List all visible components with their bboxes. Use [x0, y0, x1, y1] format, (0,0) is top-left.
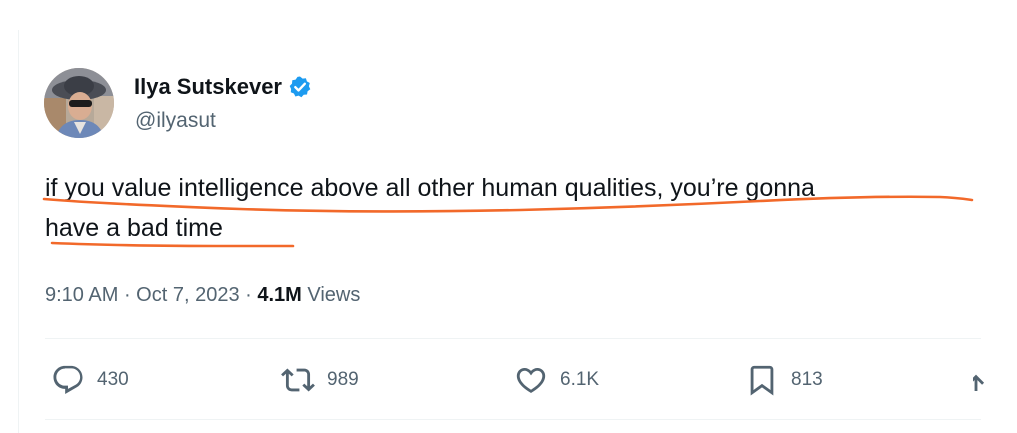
tweet-text-line-1: if you value intelligence above all othe…: [45, 174, 815, 202]
like-count: 6.1K: [560, 369, 600, 390]
meta-separator: ·: [118, 284, 137, 306]
bookmark-icon: [750, 365, 774, 396]
repost-count: 989: [327, 369, 359, 390]
avatar[interactable]: [44, 68, 114, 138]
verified-badge-icon: [288, 75, 312, 99]
tweet-meta: 9:10 AM · Oct 7, 2023 · 4.1M Views: [45, 281, 360, 309]
reply-icon: [53, 365, 83, 395]
reply-button[interactable]: 430: [51, 340, 129, 420]
bookmark-count: 813: [791, 369, 823, 390]
reply-count: 430: [97, 369, 129, 390]
tweet-screenshot: Ilya Sutskever @ilyasut if you value int…: [0, 0, 1017, 433]
bookmark-button[interactable]: 813: [745, 340, 823, 420]
tweet-date[interactable]: Oct 7, 2023: [136, 284, 239, 306]
divider-top: [45, 338, 981, 339]
author-display-name[interactable]: Ilya Sutskever: [134, 72, 282, 102]
share-icon: [973, 374, 985, 391]
divider-bottom: [45, 419, 981, 420]
author-handle[interactable]: @ilyasut: [135, 107, 216, 135]
action-bar: 430 989 6.1K 813: [45, 340, 985, 420]
timeline-border: [18, 30, 19, 433]
tweet-text: if you value intelligence above all othe…: [45, 168, 995, 248]
meta-separator: ·: [239, 284, 258, 306]
tweet-time[interactable]: 9:10 AM: [45, 284, 118, 306]
repost-button[interactable]: 989: [281, 340, 359, 420]
tweet-text-line-2: have a bad time: [45, 214, 223, 242]
like-button[interactable]: 6.1K: [514, 340, 599, 420]
repost-icon: [281, 368, 315, 392]
author-name-row: Ilya Sutskever: [134, 72, 312, 102]
views-label: Views: [301, 284, 361, 306]
heart-icon: [516, 367, 546, 393]
views-count: 4.1M: [257, 284, 302, 306]
share-button[interactable]: [973, 371, 985, 391]
